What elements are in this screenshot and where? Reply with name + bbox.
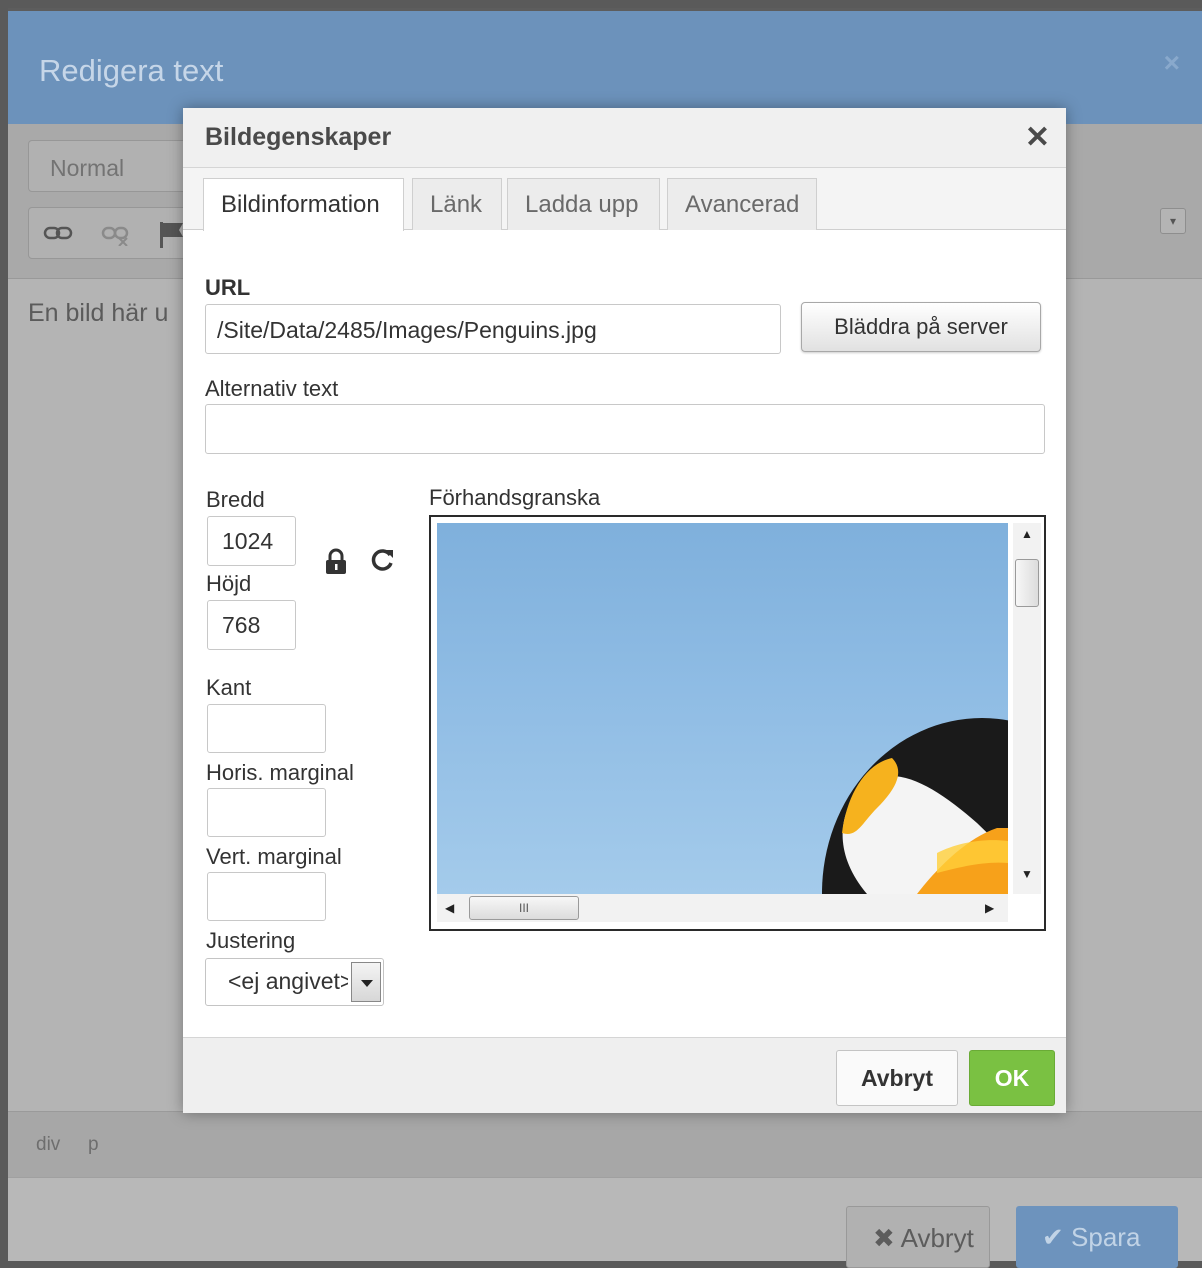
dialog-title: Bildegenskaper xyxy=(205,123,392,151)
modal-header: Redigera text × xyxy=(8,8,1202,124)
alignment-value: <ej angivet> xyxy=(228,968,348,994)
vertical-scroll-thumb[interactable] xyxy=(1015,559,1039,607)
tab-link[interactable]: Länk xyxy=(412,178,502,230)
dialog-cancel-button[interactable]: Avbryt xyxy=(836,1050,958,1106)
image-properties-dialog: Bildegenskaper ✕ Bildinformation Länk La… xyxy=(183,108,1066,1113)
height-label: Höjd xyxy=(206,571,252,596)
scroll-right-icon[interactable]: ▶ xyxy=(985,901,994,915)
scroll-down-icon[interactable]: ▼ xyxy=(1021,867,1033,881)
tab-upload[interactable]: Ladda upp xyxy=(507,178,660,230)
url-input[interactable]: /Site/Data/2485/Images/Penguins.jpg xyxy=(205,304,781,354)
tab-advanced[interactable]: Avancerad xyxy=(667,178,817,230)
path-item-p[interactable]: p xyxy=(88,1134,99,1156)
tab-strip: Bildinformation Länk Ladda upp Avancerad xyxy=(183,168,1066,231)
reset-size-icon[interactable] xyxy=(369,546,397,581)
toolbar-collapse-toggle[interactable]: ▾ xyxy=(1160,208,1186,234)
cancel-button[interactable]: ✖ Avbryt xyxy=(846,1206,990,1268)
preview-label: Förhandsgranska xyxy=(429,485,601,510)
modal-footer: ✖ Avbryt ✔ Spara xyxy=(8,1177,1202,1268)
modal-close-icon[interactable]: × xyxy=(1164,47,1180,79)
preview-vertical-scrollbar[interactable]: ▲ ▼ xyxy=(1013,523,1041,894)
save-label: Spara xyxy=(1071,1222,1141,1252)
chevron-down-icon[interactable] xyxy=(351,962,381,1002)
scroll-left-icon[interactable]: ◀ xyxy=(445,901,454,915)
hspace-input[interactable] xyxy=(207,788,326,837)
browse-server-button[interactable]: Bläddra på server xyxy=(801,302,1041,352)
editor-content-text: En bild här u xyxy=(28,299,169,327)
horizontal-scroll-thumb[interactable]: III xyxy=(469,896,579,920)
alignment-select[interactable]: <ej angivet> xyxy=(205,958,384,1006)
height-input[interactable]: 768 xyxy=(207,600,296,650)
alt-text-label: Alternativ text xyxy=(205,376,339,401)
hspace-label: Horis. marginal xyxy=(206,760,354,785)
dialog-ok-button[interactable]: OK xyxy=(969,1050,1055,1106)
save-button[interactable]: ✔ Spara xyxy=(1016,1206,1178,1268)
url-label: URL xyxy=(205,275,251,300)
format-select[interactable]: Normal xyxy=(28,140,198,192)
alt-text-input[interactable] xyxy=(205,404,1045,454)
preview-horizontal-scrollbar[interactable]: ◀ III ▶ xyxy=(437,894,1008,922)
link-icon[interactable] xyxy=(43,220,73,252)
width-input[interactable]: 1024 xyxy=(207,516,296,566)
close-icon[interactable]: ✕ xyxy=(1025,120,1050,155)
cancel-label: Avbryt xyxy=(900,1223,974,1253)
check-icon: ✔ xyxy=(1042,1222,1064,1252)
border-label: Kant xyxy=(206,675,252,700)
penguin-image xyxy=(437,523,1008,894)
vspace-label: Vert. marginal xyxy=(206,844,342,869)
path-item-div[interactable]: div xyxy=(36,1134,60,1156)
unlink-icon[interactable] xyxy=(101,220,131,252)
vspace-input[interactable] xyxy=(207,872,326,921)
image-preview[interactable]: ▲ ▼ ◀ III ▶ xyxy=(429,515,1046,931)
scroll-up-icon[interactable]: ▲ xyxy=(1021,527,1033,541)
toolbar-icon-group xyxy=(28,207,208,259)
lock-icon[interactable] xyxy=(323,548,349,576)
modal-title: Redigera text xyxy=(39,53,224,88)
border-input[interactable] xyxy=(207,704,326,753)
cancel-icon: ✖ xyxy=(873,1223,895,1253)
dialog-footer: Avbryt OK xyxy=(183,1037,1066,1113)
tab-image-info[interactable]: Bildinformation xyxy=(203,178,404,231)
alignment-label: Justering xyxy=(206,928,296,953)
dialog-header: Bildegenskaper ✕ xyxy=(183,108,1066,168)
width-label: Bredd xyxy=(206,487,265,512)
element-path-bar: div p xyxy=(8,1111,1202,1177)
